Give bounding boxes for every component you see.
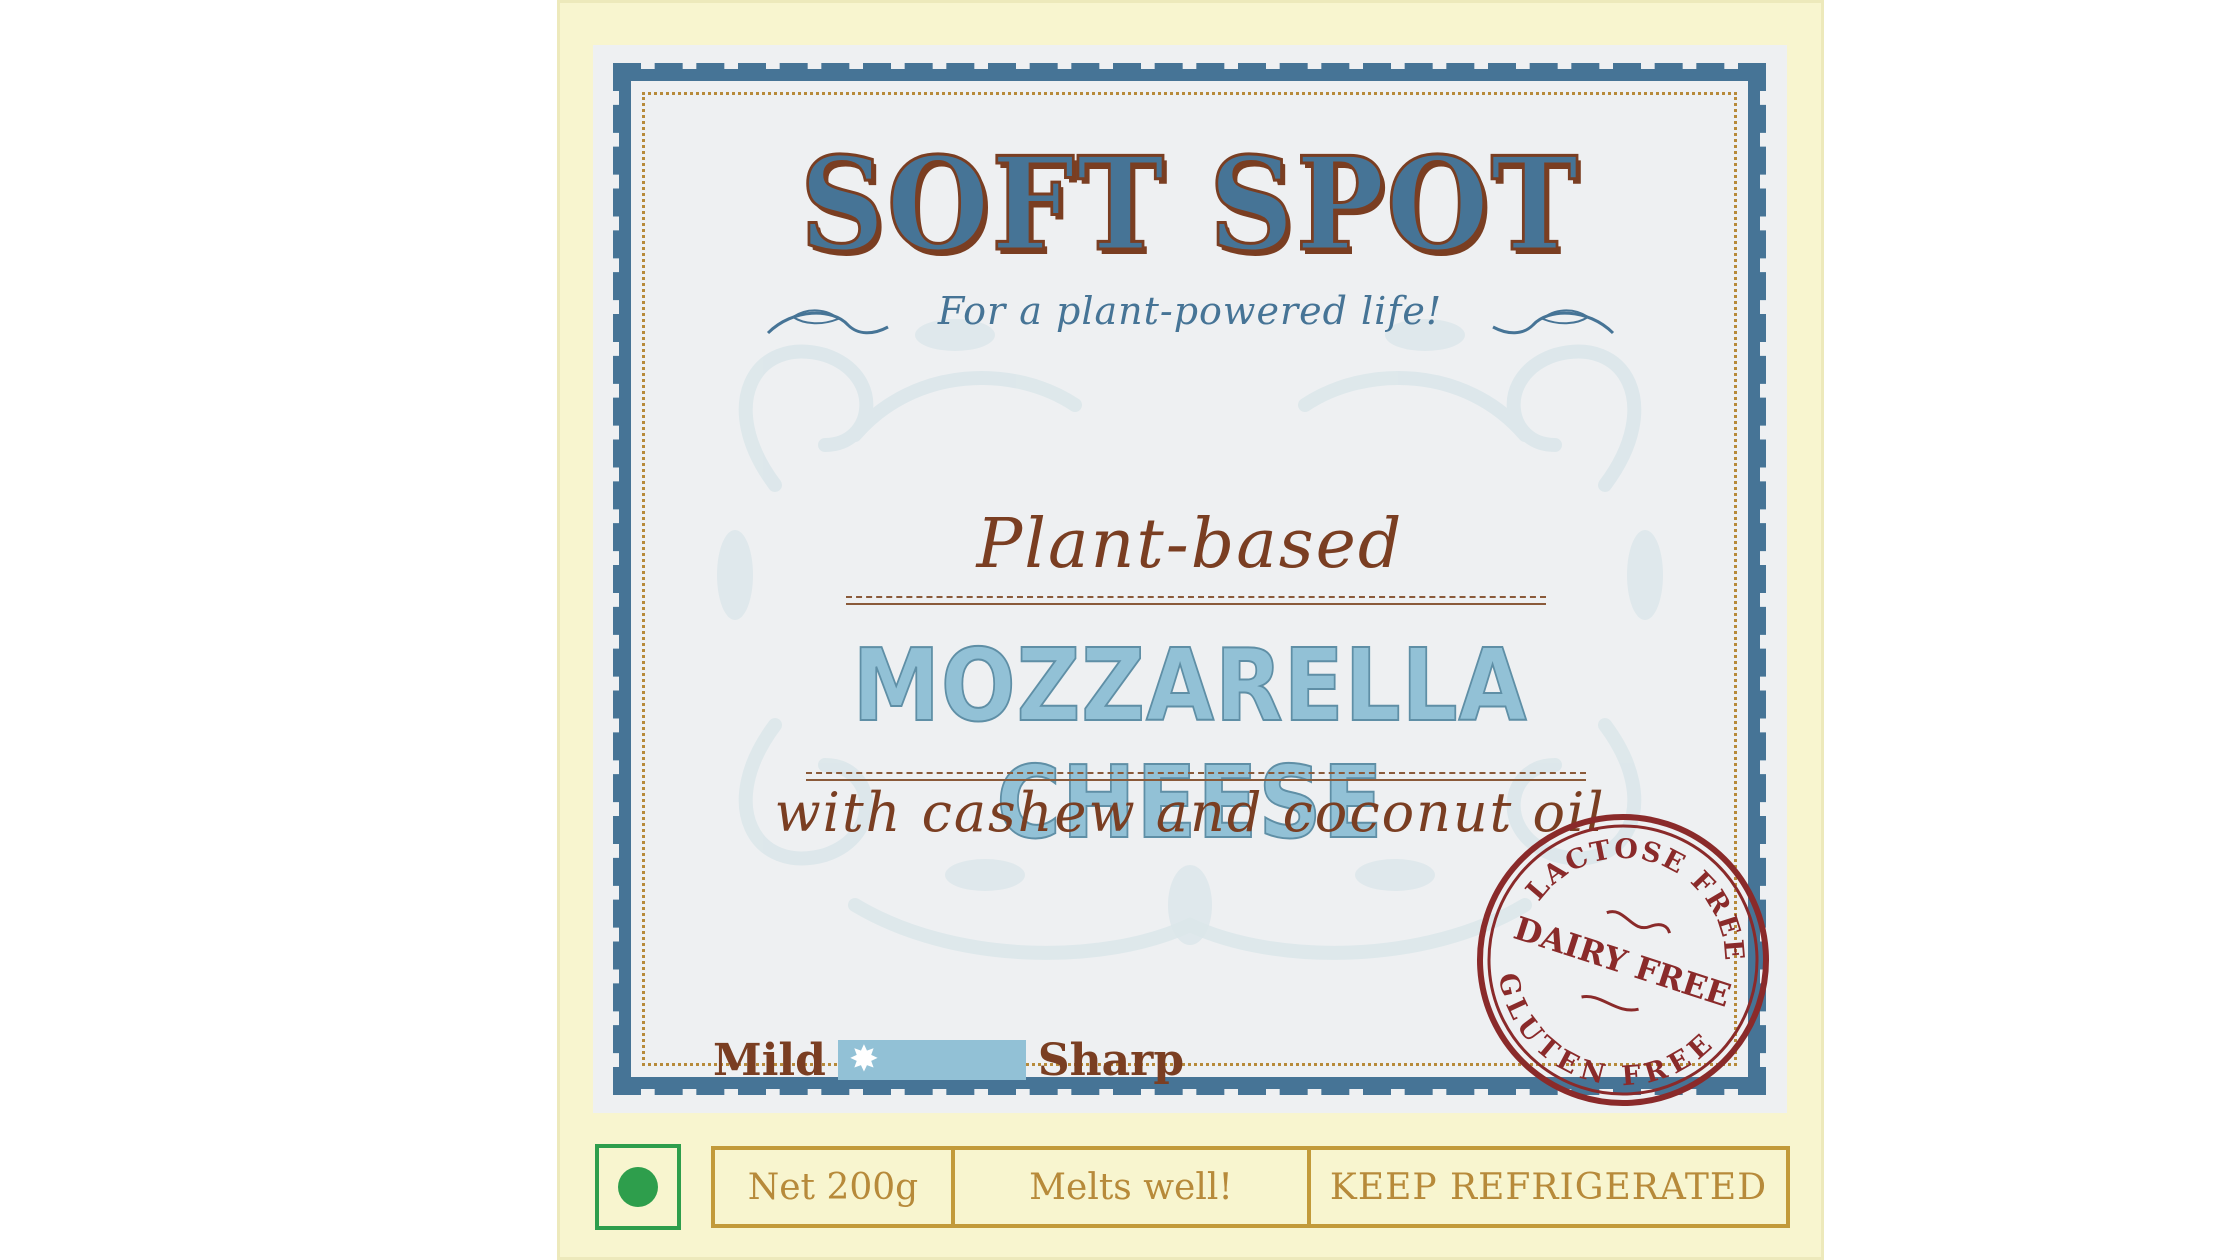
lower-divider	[806, 772, 1586, 781]
info-bar: Net 200g Melts well! KEEP REFRIGERATED	[711, 1146, 1790, 1228]
strength-scale: Mild ✸ Sharp	[713, 1030, 1184, 1090]
scale-track: ✸	[837, 1039, 1026, 1080]
scale-max-label: Sharp	[1037, 1034, 1185, 1086]
seal-leaf-icon	[1581, 995, 1639, 1012]
net-weight: Net 200g	[715, 1150, 955, 1224]
footer-strip: Net 200g Melts well! KEEP REFRIGERATED	[557, 1140, 1824, 1234]
label-panel: SOFT SPOT For a plant-powered life! Plan…	[593, 45, 1787, 1113]
storage-note: KEEP REFRIGERATED	[1329, 1166, 1768, 1208]
dairy-free-seal: LACTOSE FREE GLUTEN FREE DAIRY FREE	[1473, 810, 1773, 1110]
right-flourish-icon	[1492, 309, 1615, 335]
cheese-box: SOFT SPOT For a plant-powered life! Plan…	[557, 0, 1824, 1260]
seal-swirl-icon	[1606, 910, 1672, 934]
feature-note: Melts well!	[955, 1150, 1311, 1224]
veg-dot-icon	[618, 1167, 658, 1207]
upper-divider	[846, 596, 1546, 605]
plant-based-label: Plant-based	[976, 505, 1404, 584]
veg-symbol-icon	[595, 1144, 681, 1230]
brand-logo: SOFT SPOT	[799, 130, 1581, 280]
scale-marker-icon: ✸	[848, 1039, 879, 1080]
seal-middle-text: DAIRY FREE	[1509, 909, 1735, 1015]
scale-min-label: Mild	[713, 1034, 826, 1086]
